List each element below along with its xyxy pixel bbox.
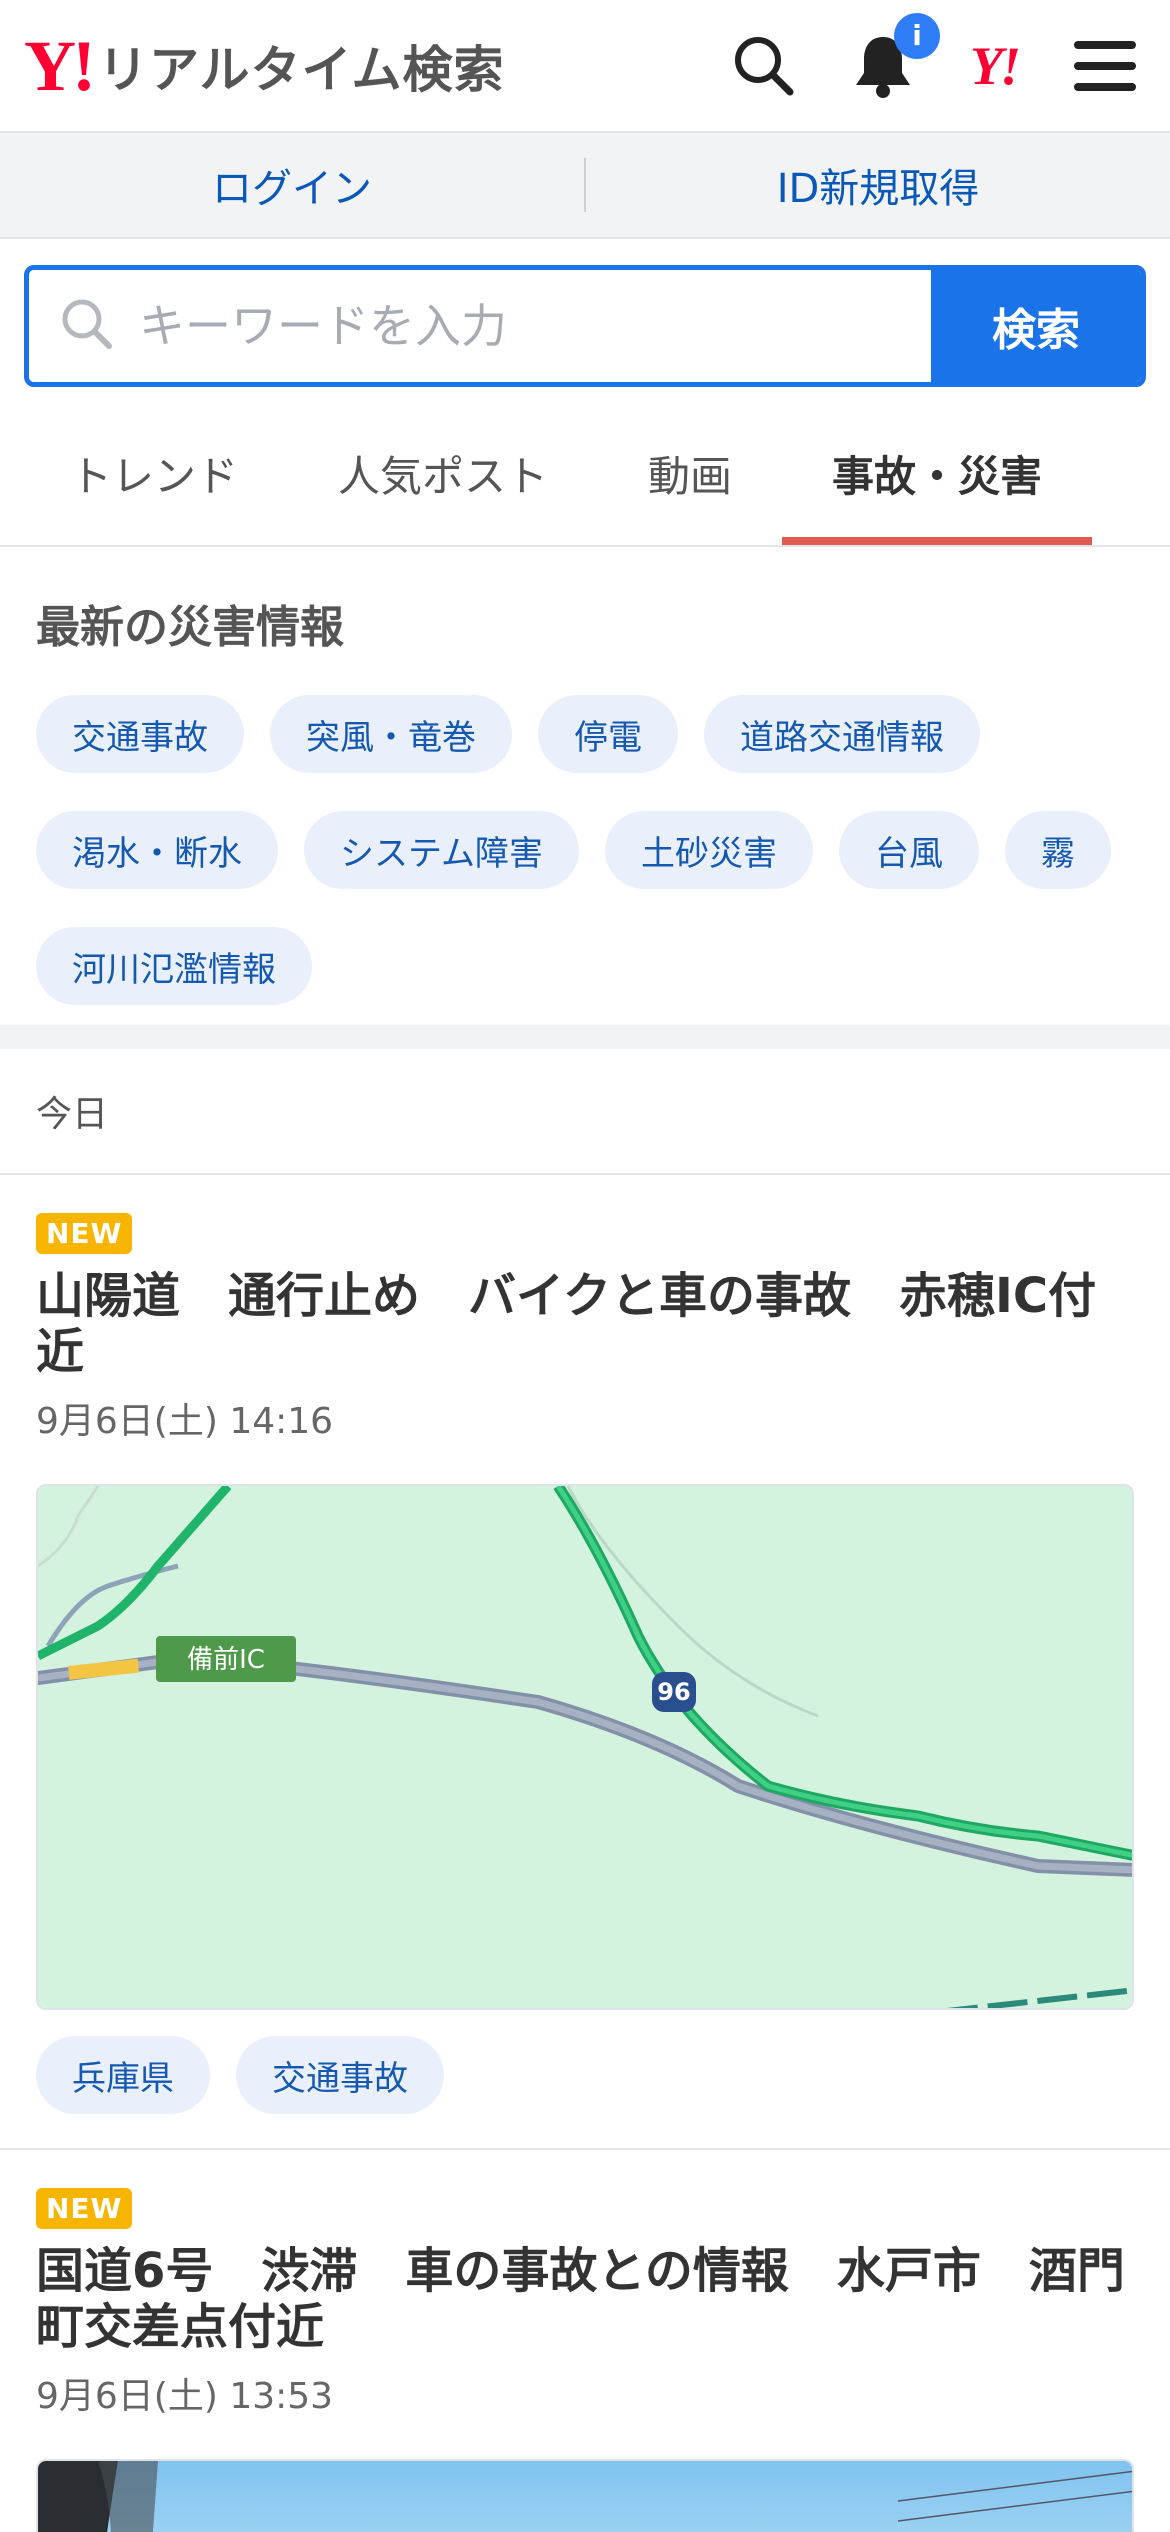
tab-accidents-disasters[interactable]: 事故・災害 (782, 443, 1093, 545)
section-title: 最新の災害情報 (36, 602, 344, 653)
chip-gust-tornado[interactable]: 突風・竜巻 (270, 695, 512, 773)
chip-water-shortage[interactable]: 渇水・断水 (36, 811, 278, 889)
account-bar: ログイン ID新規取得 (0, 133, 1170, 239)
news-timestamp: 9月6日(土) 14:16 (36, 1401, 334, 1442)
tab-bar: トレンド 人気ポスト 動画 事故・災害 (0, 387, 1170, 547)
chip-traffic-accident[interactable]: 交通事故 (36, 695, 244, 773)
search-bar: 検索 (24, 265, 1146, 387)
app-header: Y! リアルタイム検索 i Y! (0, 0, 1170, 133)
new-badge: NEW (36, 2188, 133, 2229)
search-input-icon (59, 296, 115, 356)
news-title[interactable]: 国道6号 渋滞 車の事故との情報 水戸市 酒門町交差点付近 (36, 2243, 1134, 2355)
route-number: 96 (657, 1678, 690, 1706)
yahoo-mark: Y! (970, 35, 1021, 96)
news-item[interactable]: NEW 山陽道 通行止め バイクと車の事故 赤穂IC付近 9月6日(土) 14:… (0, 1175, 1170, 2150)
menu-icon[interactable] (1074, 39, 1136, 93)
news-timestamp: 9月6日(土) 13:53 (36, 2376, 334, 2417)
news-item[interactable]: NEW 国道6号 渋滞 車の事故との情報 水戸市 酒門町交差点付近 9月6日(土… (0, 2150, 1170, 2532)
news-tags: 兵庫県 交通事故 (36, 2036, 1134, 2114)
logo-text: リアルタイム検索 (97, 40, 505, 99)
signup-link[interactable]: ID新規取得 (586, 156, 1170, 214)
yahoo-japan-icon[interactable]: Y! (970, 35, 1021, 97)
tag-hyogo[interactable]: 兵庫県 (36, 2036, 210, 2114)
chip-landslide[interactable]: 土砂災害 (604, 811, 813, 889)
login-link[interactable]: ログイン (0, 156, 584, 214)
tab-videos[interactable]: 動画 (598, 443, 782, 545)
map-image[interactable]: 備前IC 96 (36, 1484, 1134, 2010)
chip-river-flood[interactable]: 河川氾濫情報 (36, 927, 312, 1005)
search-button[interactable]: 検索 (931, 270, 1141, 382)
chip-fog[interactable]: 霧 (1004, 811, 1111, 889)
notification-badge: i (894, 12, 940, 59)
search-input[interactable] (139, 299, 839, 353)
disaster-chip-list: 交通事故 突風・竜巻 停電 道路交通情報 渇水・断水 システム障害 土砂災害 台… (36, 695, 1134, 1005)
chip-typhoon[interactable]: 台風 (838, 811, 979, 889)
news-title[interactable]: 山陽道 通行止め バイクと車の事故 赤穂IC付近 (36, 1268, 1134, 1380)
yahoo-logo-mark: Y! (24, 25, 96, 106)
bell-icon[interactable]: i (852, 12, 940, 99)
chip-road-traffic[interactable]: 道路交通情報 (704, 695, 980, 773)
logo[interactable]: Y! リアルタイム検索 (24, 30, 504, 102)
date-group-header: 今日 (0, 1049, 1170, 1175)
search-field-container[interactable] (29, 270, 931, 382)
tab-popular-posts[interactable]: 人気ポスト (288, 443, 598, 545)
chip-power-outage[interactable]: 停電 (538, 695, 678, 773)
map-label-bizen-ic: 備前IC (187, 1645, 265, 1675)
chip-system-failure[interactable]: システム障害 (304, 811, 579, 889)
tab-trend[interactable]: トレンド (20, 443, 288, 545)
tag-traffic-accident[interactable]: 交通事故 (236, 2036, 444, 2114)
new-badge: NEW (36, 1213, 133, 1254)
disaster-info-section: 最新の災害情報 交通事故 突風・竜巻 停電 道路交通情報 渇水・断水 システム障… (0, 547, 1170, 1049)
search-icon[interactable] (732, 34, 796, 98)
news-photo[interactable] (36, 2459, 1134, 2532)
